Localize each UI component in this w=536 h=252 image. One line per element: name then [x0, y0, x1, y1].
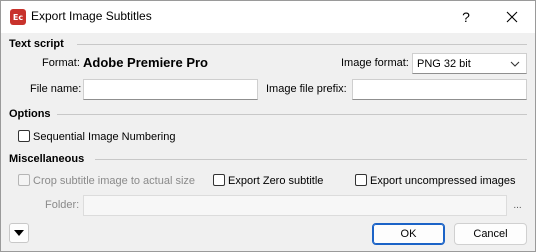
ok-button[interactable]: OK: [372, 223, 445, 245]
section-divider: [77, 44, 527, 45]
sequential-numbering-label[interactable]: Sequential Image Numbering: [33, 131, 175, 143]
crop-image-label: Crop subtitle image to actual size: [33, 175, 196, 187]
section-options: Options: [9, 108, 51, 120]
folder-label: Folder:: [45, 199, 80, 211]
triangle-down-icon: [14, 229, 24, 236]
section-miscellaneous: Miscellaneous: [9, 153, 85, 165]
crop-image-checkbox[interactable]: [18, 174, 30, 186]
chevron-down-icon: [510, 61, 520, 67]
file-name-label: File name:: [30, 83, 82, 95]
window-title: Export Image Subtitles: [31, 9, 152, 23]
export-zero-subtitle-label[interactable]: Export Zero subtitle: [228, 175, 323, 187]
sequential-numbering-checkbox[interactable]: [18, 130, 30, 142]
help-button[interactable]: ?: [443, 1, 489, 33]
file-name-input[interactable]: [83, 79, 258, 100]
export-uncompressed-label[interactable]: Export uncompressed images: [370, 175, 516, 187]
image-format-label: Image format:: [341, 57, 409, 69]
expand-options-button[interactable]: [9, 223, 29, 243]
app-icon: Ec: [10, 9, 26, 25]
format-label: Format:: [42, 57, 80, 69]
export-image-subtitles-dialog: Ec Export Image Subtitles ? Text script …: [0, 0, 536, 252]
image-prefix-label: Image file prefix:: [266, 83, 347, 95]
section-divider: [57, 114, 527, 115]
browse-folder-button[interactable]: ...: [508, 195, 527, 214]
close-icon: [506, 11, 518, 23]
image-format-value: PNG 32 bit: [417, 57, 471, 70]
image-format-select[interactable]: PNG 32 bit: [412, 53, 527, 74]
image-prefix-input[interactable]: [352, 79, 527, 100]
cancel-button[interactable]: Cancel: [454, 223, 527, 245]
section-divider: [95, 159, 527, 160]
export-uncompressed-checkbox[interactable]: [355, 174, 367, 186]
section-text-script: Text script: [9, 38, 64, 50]
folder-input[interactable]: [83, 195, 507, 216]
export-zero-subtitle-checkbox[interactable]: [213, 174, 225, 186]
format-value: Adobe Premiere Pro: [83, 55, 208, 70]
title-bar: Ec Export Image Subtitles ?: [1, 1, 535, 33]
close-button[interactable]: [489, 1, 535, 33]
